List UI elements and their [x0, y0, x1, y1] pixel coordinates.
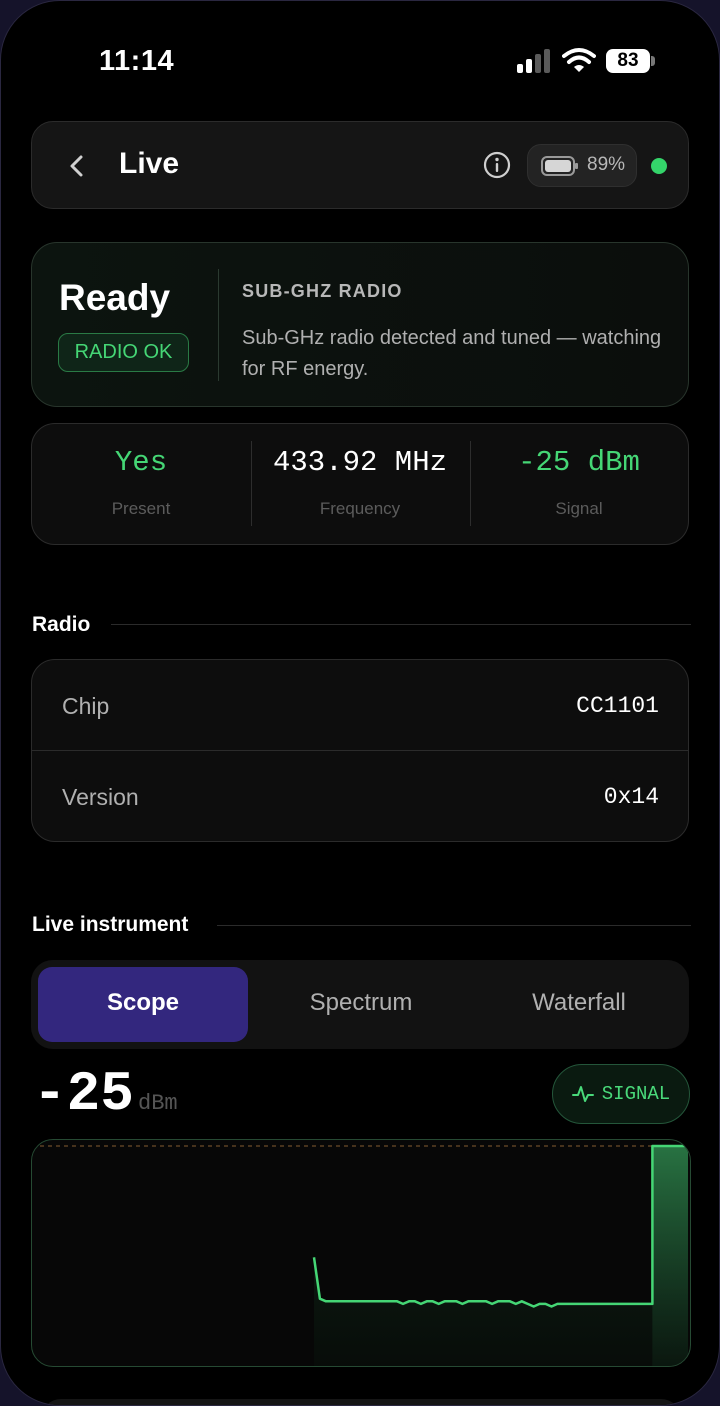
signal-burst-fill	[652, 1146, 688, 1366]
metrics-card	[31, 423, 689, 545]
cellular-signal-icon	[517, 49, 550, 73]
metric-frequency-value: 433.92 MHz	[272, 446, 448, 479]
signal-badge: SIGNAL	[552, 1064, 690, 1124]
metric-present-value: Yes	[114, 446, 168, 479]
scope-trace-chart	[32, 1144, 690, 1366]
tab-spectrum[interactable]: Spectrum	[256, 989, 466, 1017]
metric-frequency-label: Frequency	[319, 499, 401, 518]
metric-signal-value: -25 dBm	[518, 446, 640, 479]
device-battery-percent: 89%	[587, 154, 626, 175]
section-title-live-instrument: Live instrument	[32, 913, 189, 936]
metric-signal-label: Signal	[555, 499, 603, 518]
wifi-icon	[562, 48, 596, 72]
tab-waterfall[interactable]: Waterfall	[474, 989, 684, 1017]
chip-label: Chip	[62, 693, 110, 719]
module-name: SUB-GHZ RADIO	[242, 281, 403, 301]
status-description: Sub-GHz radio detected and tuned — watch…	[242, 327, 662, 380]
section-divider	[217, 925, 691, 926]
section-divider	[111, 624, 691, 625]
signal-readout-value: -25	[33, 1062, 134, 1126]
page-title: Live	[119, 147, 180, 180]
scope-trace-line	[312, 1144, 688, 1308]
signal-readout-unit: dBm	[138, 1091, 178, 1116]
scope-area	[314, 1146, 688, 1366]
status-state: Ready	[59, 277, 171, 318]
connection-status-dot	[651, 158, 667, 174]
version-label: Version	[62, 784, 139, 810]
tab-scope[interactable]: Scope	[38, 989, 248, 1017]
section-title-radio: Radio	[32, 613, 91, 636]
signal-badge-label: SIGNAL	[601, 1083, 671, 1105]
bottom-sheet-edge	[41, 1399, 681, 1405]
status-time: 11:14	[99, 45, 175, 77]
phone-screen: 11:14 83 Live 89% Ready RADIO OK SUB-GHZ…	[0, 0, 720, 1406]
back-chevron-icon[interactable]	[67, 150, 87, 182]
status-badge: RADIO OK	[58, 333, 189, 372]
pulse-icon	[571, 1086, 594, 1102]
battery-tip	[651, 56, 655, 66]
status-battery-level: 83	[606, 49, 650, 73]
chip-value: CC1101	[576, 693, 659, 719]
battery-icon	[541, 156, 578, 176]
scope-plot	[31, 1139, 691, 1367]
status-card-divider	[218, 269, 219, 381]
version-value: 0x14	[603, 784, 659, 810]
row-divider	[32, 750, 688, 751]
info-icon[interactable]	[483, 151, 511, 179]
metric-present-label: Present	[111, 499, 171, 518]
